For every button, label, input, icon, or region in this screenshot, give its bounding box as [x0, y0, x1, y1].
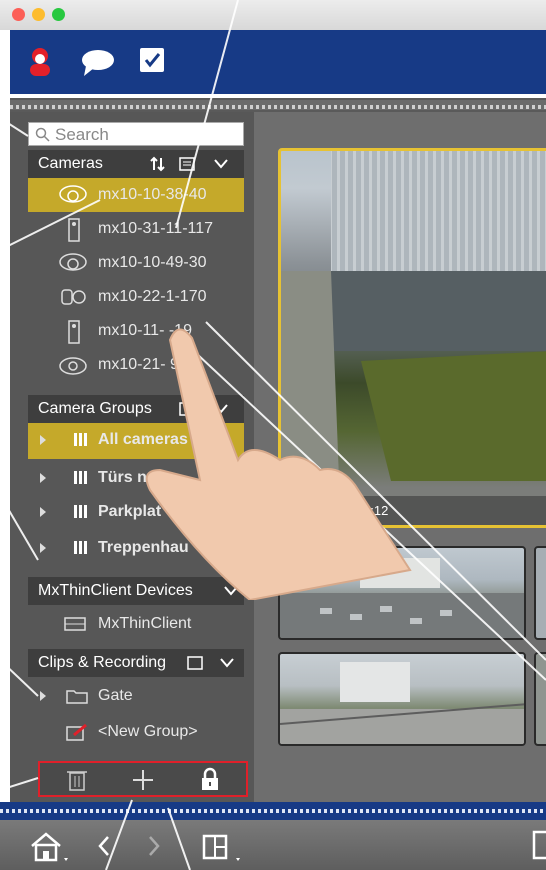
camera-item[interactable]: mx10-31-11-117 — [28, 212, 244, 246]
user-alert-icon[interactable] — [28, 46, 52, 78]
checkbox-icon[interactable] — [138, 46, 166, 74]
add-icon[interactable] — [132, 769, 154, 791]
cameras-header[interactable]: Cameras — [28, 150, 244, 178]
trash-icon[interactable] — [66, 768, 88, 792]
divider-dotted — [10, 98, 546, 112]
grid-icon — [74, 505, 88, 518]
expand-arrow-icon[interactable] — [40, 507, 46, 517]
new-group-icon — [66, 723, 87, 741]
expand-arrow-icon[interactable] — [40, 435, 46, 445]
grid-icon — [74, 541, 88, 554]
minimize-window-button[interactable] — [32, 8, 45, 21]
gate-image — [280, 662, 524, 744]
expand-arrow-icon[interactable] — [40, 691, 46, 701]
search-input[interactable]: Search — [28, 122, 244, 146]
notes-icon[interactable] — [186, 655, 204, 671]
top-toolbar — [10, 30, 546, 94]
hemispheric-camera-icon — [59, 357, 87, 375]
clip-group-item[interactable]: <New Group> — [28, 715, 244, 749]
folder-icon — [66, 690, 88, 704]
close-window-button[interactable] — [12, 8, 25, 21]
chevron-down-icon[interactable] — [220, 657, 234, 669]
camera-label: mx10-31-11-117 — [98, 220, 214, 237]
camera-label: mx10-10-38-40 — [98, 186, 207, 203]
door-station-icon — [68, 320, 80, 344]
grid-icon — [74, 471, 88, 484]
thin-client-device-icon — [64, 617, 86, 631]
device-icon[interactable] — [532, 830, 546, 860]
camera-item[interactable]: mx10-22-1-170 — [28, 280, 244, 314]
bottom-toolbar — [0, 820, 546, 870]
lock-icon[interactable] — [200, 767, 220, 791]
video-thumbnail[interactable] — [278, 652, 526, 746]
camera-label: mx10-22-1-170 — [98, 288, 207, 305]
thin-client-item[interactable]: MxThinClient — [28, 607, 244, 641]
video-thumbnail[interactable] — [534, 546, 546, 640]
app-window: Search Cameras mx10-10-38-40 mx10-31-11-… — [0, 0, 546, 870]
chat-icon[interactable] — [80, 46, 116, 78]
layout-icon[interactable] — [198, 830, 246, 864]
search-icon — [35, 127, 50, 142]
grid-icon — [74, 433, 88, 446]
expand-arrow-icon[interactable] — [40, 543, 46, 553]
video-thumbnail[interactable] — [534, 652, 546, 746]
clip-group-label: <New Group> — [98, 723, 198, 740]
camera-label: mx10-10-49-30 — [98, 254, 207, 271]
back-icon[interactable] — [96, 834, 112, 858]
dome-camera-icon — [59, 185, 87, 203]
clips-header[interactable]: Clips & Recording — [28, 649, 244, 677]
cameras-header-label: Cameras — [38, 155, 103, 172]
camera-item[interactable]: mx10-10-49-30 — [28, 246, 244, 280]
finger-pointer-image — [145, 328, 412, 600]
forward-icon[interactable] — [146, 834, 162, 858]
clip-group-label: Gate — [98, 687, 133, 704]
group-tools — [38, 761, 248, 797]
clip-group-item[interactable]: Gate — [28, 679, 244, 713]
search-placeholder: Search — [55, 125, 109, 144]
expand-arrow-icon[interactable] — [40, 473, 46, 483]
dome-camera-icon — [59, 253, 87, 271]
dual-camera-icon — [61, 289, 86, 305]
camera-item[interactable]: mx10-10-38-40 — [28, 178, 244, 212]
divider-dotted — [0, 802, 546, 820]
title-bar — [0, 0, 546, 30]
home-icon[interactable] — [28, 830, 70, 864]
thin-client-label: MxThinClient — [98, 615, 192, 632]
clips-header-label: Clips & Recording — [38, 654, 167, 671]
door-station-icon — [68, 218, 80, 242]
notes-icon[interactable] — [178, 156, 196, 172]
zoom-window-button[interactable] — [52, 8, 65, 21]
sort-icon[interactable] — [150, 156, 166, 172]
chevron-down-icon[interactable] — [214, 158, 228, 170]
